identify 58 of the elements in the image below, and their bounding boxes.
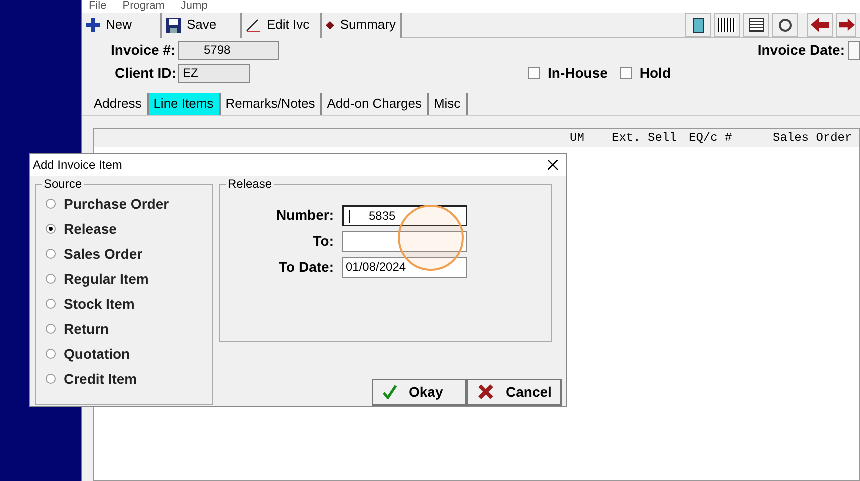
checkbox-label: In-House <box>548 64 608 82</box>
column-header: Sales Order <box>773 130 853 147</box>
radio-button[interactable] <box>46 274 56 284</box>
cancel-button[interactable]: Cancel <box>467 379 562 406</box>
field-label: To Date: <box>278 258 334 277</box>
radio-button[interactable] <box>46 324 56 334</box>
document-icon[interactable] <box>743 13 769 37</box>
checkbox-label: Hold <box>640 64 671 82</box>
group-title: Release <box>226 177 274 191</box>
field-label: Invoice Date: <box>758 40 845 60</box>
date-field[interactable] <box>848 40 860 60</box>
close-icon <box>478 384 494 400</box>
radio-label: Return <box>64 320 110 338</box>
input-field[interactable]: EZ <box>178 64 250 82</box>
close-icon[interactable] <box>548 160 558 170</box>
dialog-title: Add Invoice Item <box>33 157 122 174</box>
column-header: Ext. Sell <box>612 130 678 147</box>
radio-label: Quotation <box>64 344 130 364</box>
radio-label: Release <box>64 220 117 238</box>
radio-button[interactable] <box>46 299 56 309</box>
diamond-icon <box>326 20 334 30</box>
radio-label: Credit Item <box>64 370 138 388</box>
field-label: Invoice #: <box>111 40 176 60</box>
field-label: Client ID: <box>115 64 176 82</box>
column-header: UM <box>570 130 586 147</box>
pen-icon <box>246 18 261 32</box>
radio-label: Stock Item <box>64 294 135 314</box>
toolbar-button[interactable]: Save <box>162 12 242 38</box>
radio-button[interactable] <box>46 374 56 384</box>
checkbox[interactable] <box>528 67 540 79</box>
radio-button[interactable] <box>46 224 56 234</box>
radio-label: Purchase Order <box>64 194 170 214</box>
input-field[interactable]: 5798 <box>178 40 279 60</box>
cabinet-icon[interactable] <box>685 13 711 37</box>
plus-icon <box>86 18 100 32</box>
input-field[interactable]: 5835 <box>342 205 467 226</box>
input-field[interactable] <box>342 231 467 252</box>
checkbox[interactable] <box>620 67 632 79</box>
toolbar-button[interactable]: Summary <box>322 12 402 38</box>
radio-button[interactable] <box>46 249 56 259</box>
field-label: Number: <box>275 206 334 225</box>
menu-item[interactable]: Program <box>122 0 165 13</box>
radio-button[interactable] <box>46 199 56 209</box>
menu-item[interactable]: Jump <box>180 0 208 13</box>
toolbar-button[interactable]: Edit Ivc <box>242 12 322 38</box>
group-title: Source <box>42 177 84 191</box>
radio-label: Sales Order <box>64 244 143 264</box>
barcode-icon[interactable] <box>714 13 740 37</box>
checkmark-icon <box>383 385 397 399</box>
field-label: To: <box>312 232 334 251</box>
toolbar-button[interactable]: New <box>82 12 162 38</box>
tab[interactable]: Line Items <box>148 93 221 115</box>
okay-button[interactable]: Okay <box>372 379 467 406</box>
menu-item[interactable]: File <box>89 0 107 13</box>
input-field[interactable]: 01/08/2024 <box>342 257 467 278</box>
radio-label: Regular Item <box>64 270 149 289</box>
column-header: EQ/c # <box>689 130 734 147</box>
radio-button[interactable] <box>46 349 56 359</box>
